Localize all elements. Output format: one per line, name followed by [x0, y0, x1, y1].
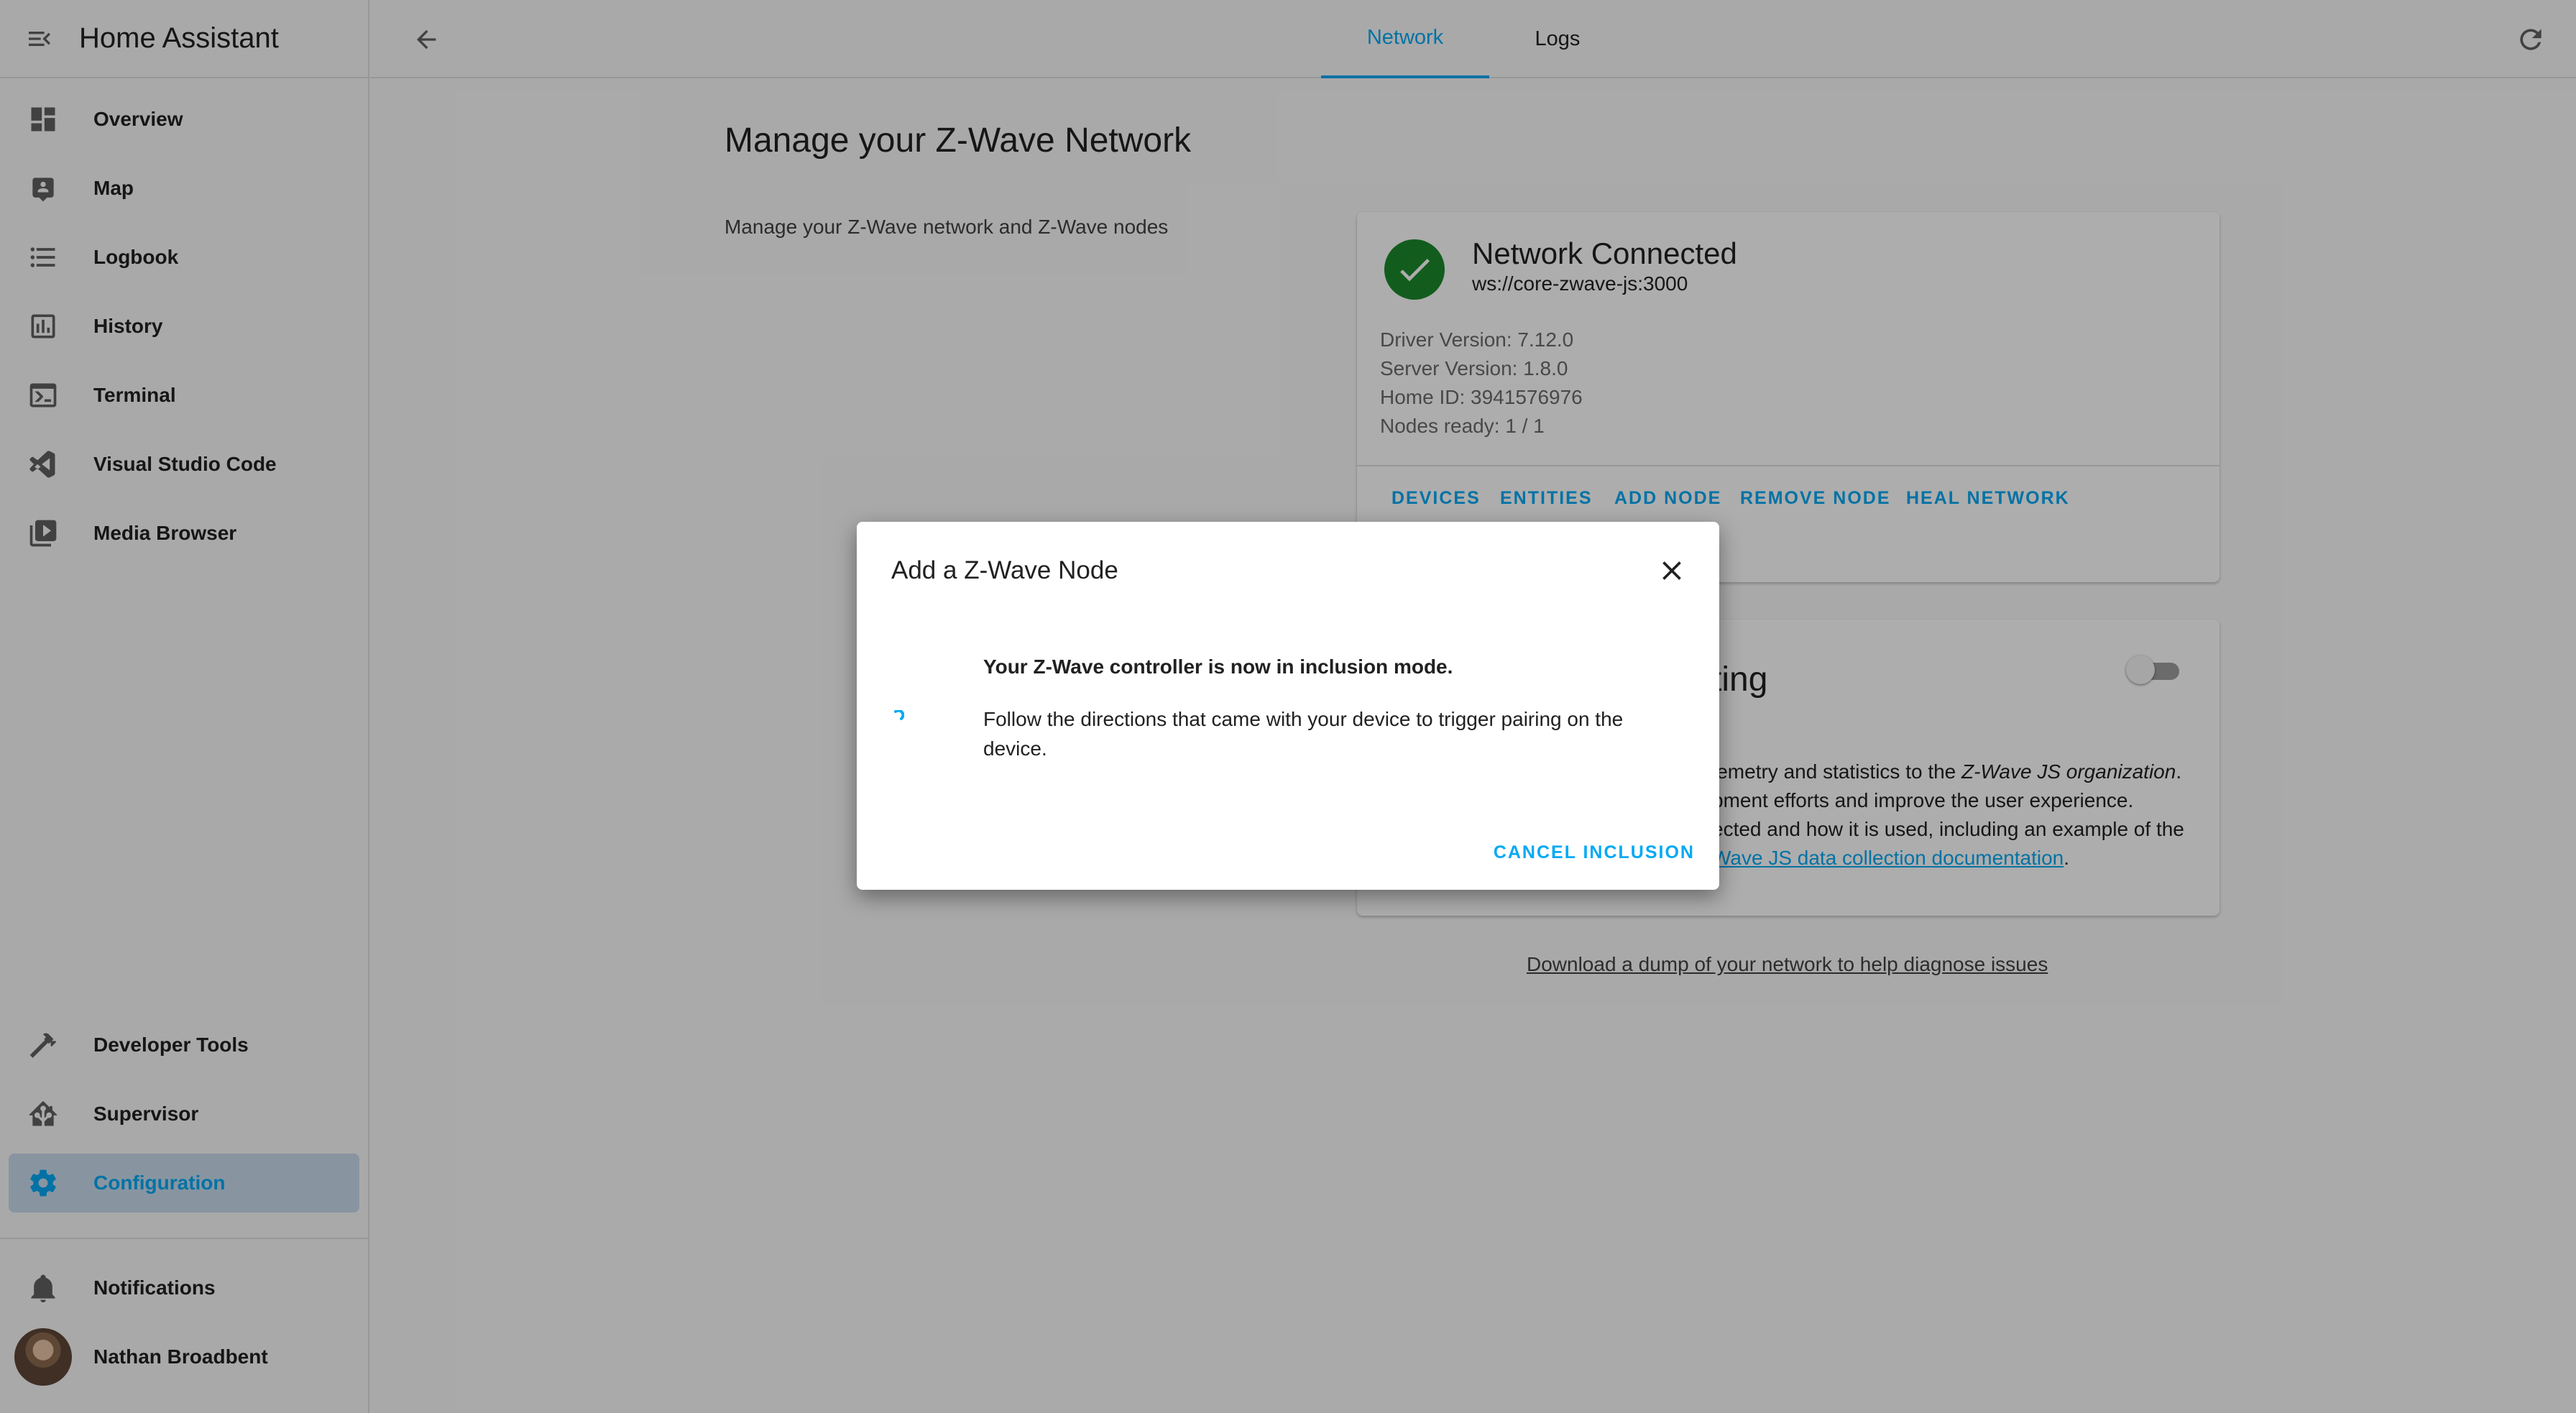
dialog-message-bold: Your Z-Wave controller is now in inclusi… [983, 655, 1453, 678]
dialog-close-button[interactable] [1652, 551, 1692, 591]
dialog-title: Add a Z-Wave Node [891, 556, 1118, 584]
dialog-message: Follow the directions that came with you… [983, 708, 1624, 760]
loading-spinner-icon [894, 710, 904, 720]
close-icon [1662, 561, 1681, 580]
add-node-dialog: Add a Z-Wave Node Your Z-Wave controller… [857, 522, 1719, 890]
cancel-inclusion-button[interactable]: CANCEL INCLUSION [1494, 842, 1695, 863]
